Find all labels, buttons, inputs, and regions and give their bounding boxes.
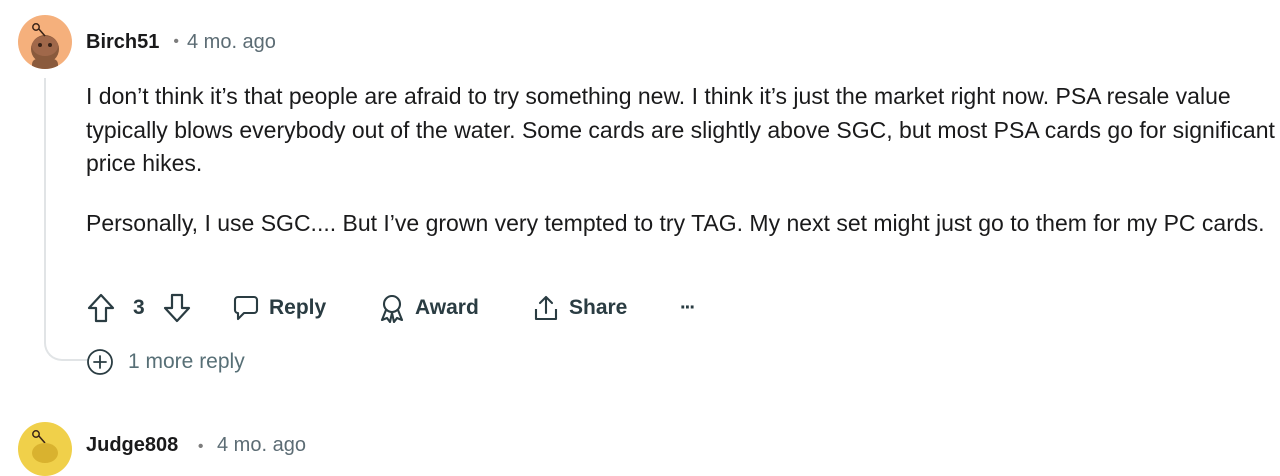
more-options-button[interactable]: ··· [680,290,696,326]
more-replies-button[interactable]: 1 more reply [86,347,245,377]
comment-paragraph: Personally, I use SGC.... But I’ve grown… [86,210,1265,236]
more-replies-label: 1 more reply [128,350,245,373]
reply-label: Reply [269,296,327,319]
downvote-button[interactable] [162,290,192,326]
share-button[interactable]: Share [532,290,627,326]
more-options-icon: ··· [680,296,696,319]
vote-score: 3 [133,296,145,319]
user-avatar[interactable] [18,422,72,476]
meta-separator: • [197,438,204,455]
comment-meta: Birch51 • 4 mo. ago [86,30,276,54]
award-label: Award [415,296,479,319]
username[interactable]: Birch51 [86,31,159,54]
upvote-icon [87,293,115,323]
share-label: Share [569,296,628,319]
timestamp[interactable]: 4 mo. ago [217,434,306,456]
comment-paragraph: I don’t think it’s that people are afrai… [86,83,1275,176]
snoo-avatar-icon [32,430,58,463]
thread-line[interactable] [44,78,88,361]
award-button[interactable]: Award [378,290,479,326]
award-icon [380,294,404,323]
share-icon [534,295,558,321]
upvote-button[interactable] [86,290,116,326]
expand-plus-icon [87,349,113,375]
user-avatar[interactable] [18,15,72,69]
comment-icon [233,295,259,321]
username[interactable]: Judge808 [86,434,178,456]
reply-button[interactable]: Reply [232,290,326,326]
meta-separator: • [173,33,179,50]
timestamp[interactable]: 4 mo. ago [187,31,276,54]
snoo-avatar-icon [31,23,59,69]
downvote-icon [163,293,191,323]
